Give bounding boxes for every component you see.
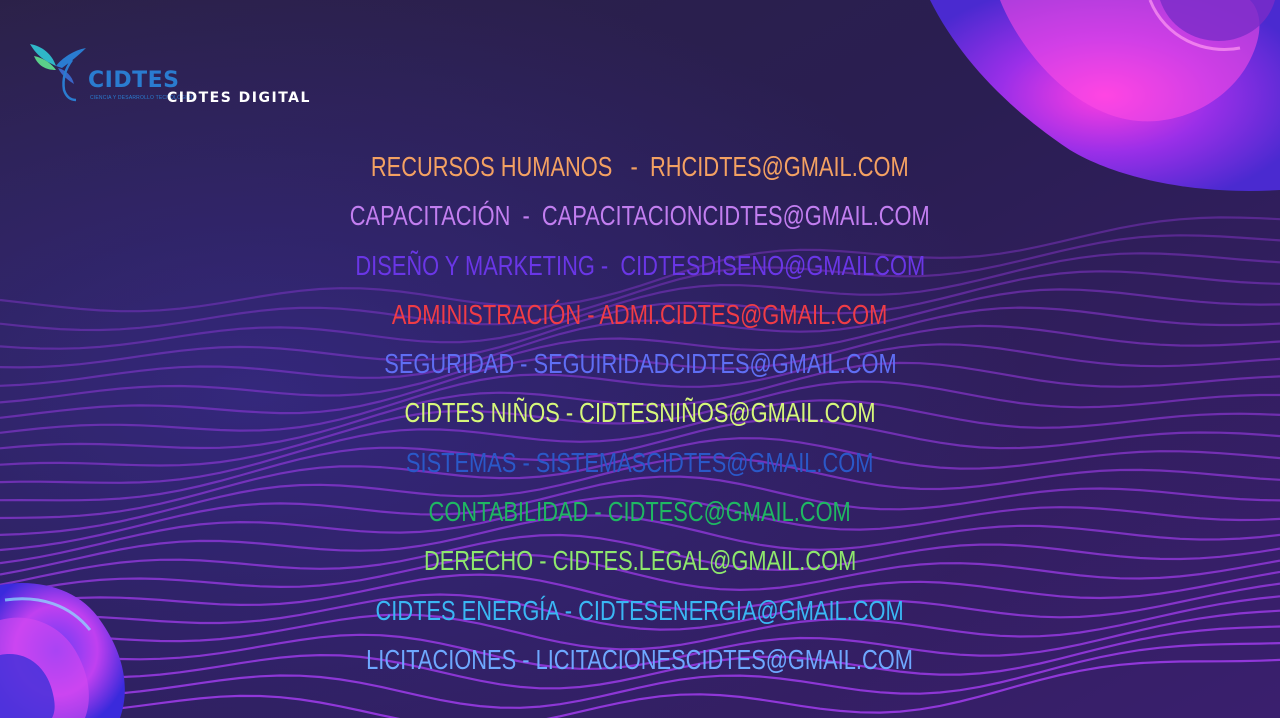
contact-row-seguridad: SEGURIDAD - SEGUIRIDADCIDTES@GMAIL.COM bbox=[383, 348, 897, 380]
hummingbird-logo-icon bbox=[30, 44, 86, 102]
contact-row-capacitacion: CAPACITACIÓN - CAPACITACIONCIDTES@GMAIL.… bbox=[350, 200, 930, 232]
contact-row-contabilidad: CONTABILIDAD - CIDTESC@GMAIL.COM bbox=[428, 496, 852, 528]
contact-row-cidtes-energia: CIDTES ENERGÍA - CIDTESENERGIA@GMAIL.COM bbox=[375, 594, 905, 626]
brand-label: CIDTES DIGITAL bbox=[167, 90, 311, 106]
contact-row-sistemas: SISTEMAS - SISTEMASCIDTES@GMAIL.COM bbox=[406, 446, 874, 478]
contact-row-licitaciones: LICITACIONES - LICITACIONESCIDTES@GMAIL.… bbox=[366, 643, 914, 675]
contact-row-diseno-marketing: DISEÑO Y MARKETING - CIDTESDISENO@GMAILC… bbox=[355, 249, 925, 281]
contact-row-derecho: DERECHO - CIDTES.LEGAL@GMAIL.COM bbox=[423, 545, 857, 577]
contact-row-administracion: ADMINISTRACIÓN - ADMI.CIDTES@GMAIL.COM bbox=[392, 298, 888, 330]
contact-list: RECURSOS HUMANOS - RHCIDTES@GMAIL.COM CA… bbox=[240, 142, 1040, 684]
logo-wordmark: CIDTES bbox=[88, 68, 180, 93]
contact-row-recursos-humanos: RECURSOS HUMANOS - RHCIDTES@GMAIL.COM bbox=[371, 151, 909, 182]
contact-row-cidtes-ninos: CIDTES NIÑOS - CIDTESNIÑOS@GMAIL.COM bbox=[404, 397, 876, 429]
